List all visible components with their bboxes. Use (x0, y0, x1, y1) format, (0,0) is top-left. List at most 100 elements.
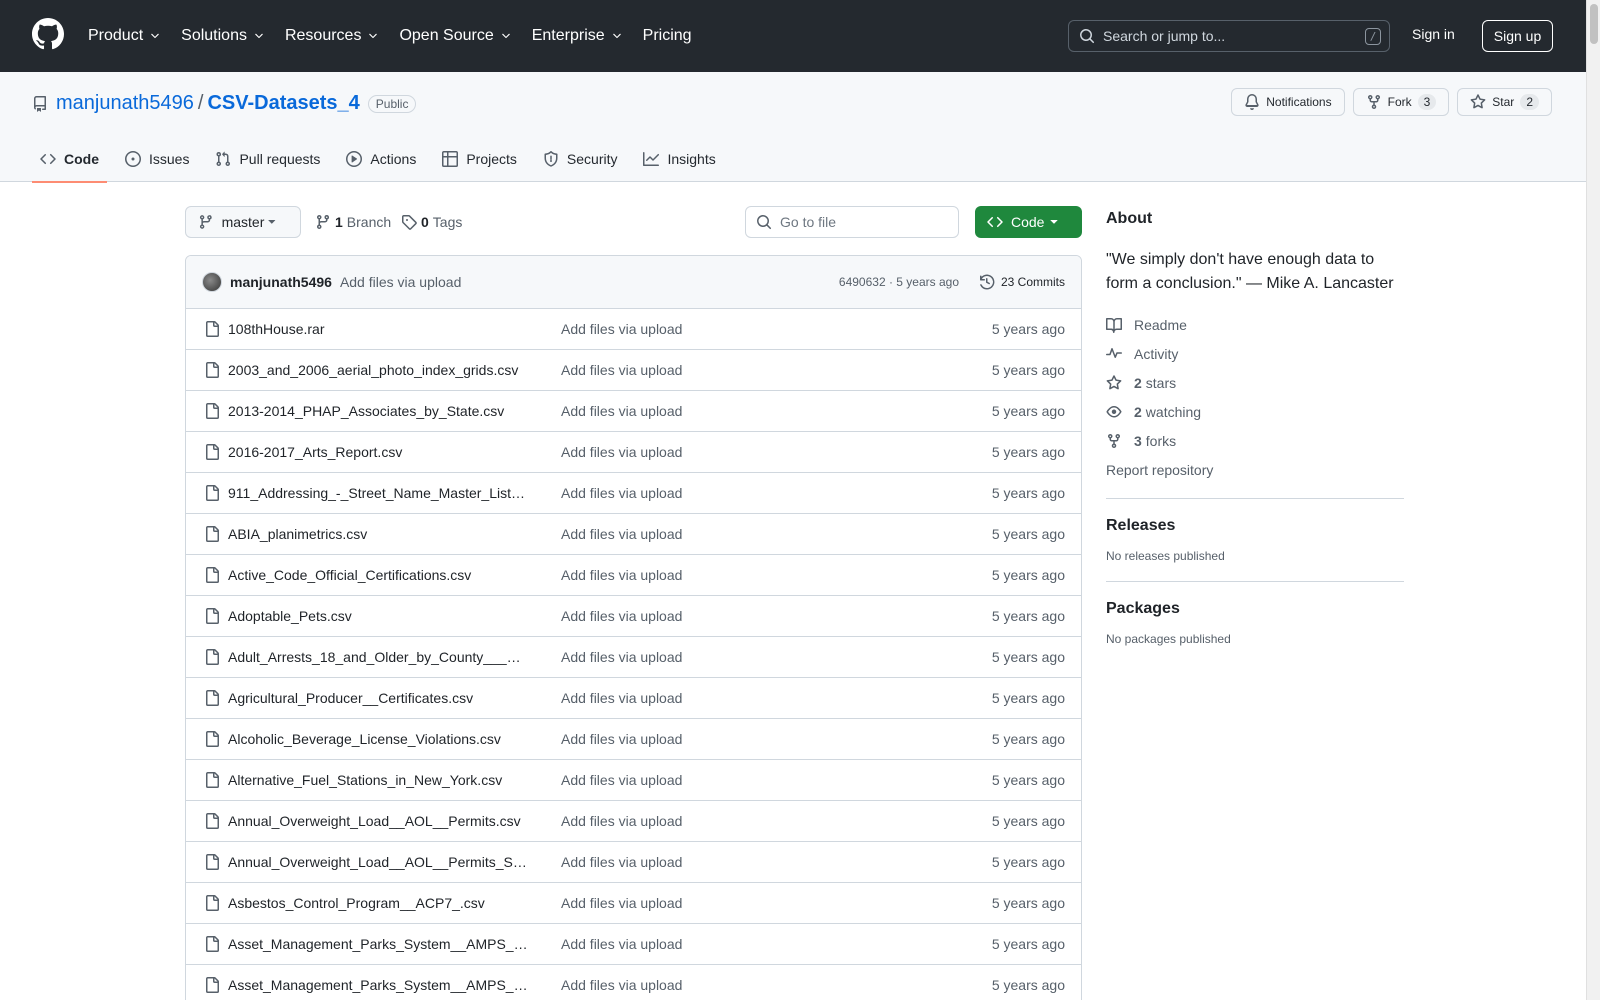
file-commit-message-link[interactable]: Add files via upload (561, 813, 682, 829)
global-search-input[interactable]: Search or jump to... / (1068, 20, 1390, 52)
table-row[interactable]: 911_Addressing_-_Street_Name_Master_List… (186, 473, 1081, 514)
packages-heading[interactable]: Packages (1106, 600, 1404, 618)
avatar[interactable] (202, 272, 222, 292)
sign-in-link[interactable]: Sign in (1412, 26, 1455, 42)
nav-open-source[interactable]: Open Source (399, 0, 511, 72)
nav-enterprise[interactable]: Enterprise (532, 0, 623, 72)
watching-link[interactable]: 2 watching (1106, 397, 1404, 426)
file-name-link[interactable]: Asset_Management_Parks_System__AMPS_… (228, 936, 528, 952)
table-row[interactable]: Asbestos_Control_Program__ACP7_.csv Add f… (186, 883, 1081, 924)
star-icon (1470, 94, 1486, 109)
table-row[interactable]: Asset_Management_Parks_System__AMPS_… Add… (186, 924, 1081, 965)
table-row[interactable]: Annual_Overweight_Load__AOL__Permits_S… A… (186, 842, 1081, 883)
tab-security[interactable]: Security (535, 136, 626, 182)
table-row[interactable]: Adult_Arrests_18_and_Older_by_County___…… (186, 637, 1081, 678)
table-row[interactable]: 2003_and_2006_aerial_photo_index_grids.c… (186, 350, 1081, 391)
file-commit-message-link[interactable]: Add files via upload (561, 526, 682, 542)
file-commit-message-link[interactable]: Add files via upload (561, 362, 682, 378)
file-name-link[interactable]: Adoptable_Pets.csv (228, 608, 528, 624)
file-name-link[interactable]: Active_Code_Official_Certifications.csv (228, 567, 528, 583)
branches-link[interactable]: 1 Branch (315, 206, 391, 238)
page-scrollbar[interactable] (1586, 0, 1600, 1000)
file-commit-message-link[interactable]: Add files via upload (561, 895, 682, 911)
file-commit-message-link[interactable]: Add files via upload (561, 567, 682, 583)
file-commit-message-link[interactable]: Add files via upload (561, 321, 682, 337)
file-commit-message-link[interactable]: Add files via upload (561, 485, 682, 501)
table-row[interactable]: Alcoholic_Beverage_License_Violations.cs… (186, 719, 1081, 760)
file-commit-message-link[interactable]: Add files via upload (561, 772, 682, 788)
tab-projects[interactable]: Projects (434, 136, 525, 182)
file-name-link[interactable]: Asset_Management_Parks_System__AMPS_… (228, 977, 528, 993)
commit-message-link[interactable]: Add files via upload (340, 274, 461, 290)
file-name-link[interactable]: Alcoholic_Beverage_License_Violations.cs… (228, 731, 528, 747)
nav-pricing[interactable]: Pricing (643, 0, 692, 72)
activity-link[interactable]: Activity (1106, 339, 1404, 368)
file-commit-message-link[interactable]: Add files via upload (561, 977, 682, 993)
table-row[interactable]: Active_Code_Official_Certifications.csv A… (186, 555, 1081, 596)
nav-product[interactable]: Product (88, 0, 161, 72)
scrollbar-thumb[interactable] (1590, 4, 1598, 44)
fork-count: 3 (1417, 94, 1437, 110)
github-logo-icon[interactable] (32, 18, 64, 50)
file-name-link[interactable]: 2003_and_2006_aerial_photo_index_grids.c… (228, 362, 528, 378)
table-row[interactable]: Agricultural_Producer__Certificates.csv A… (186, 678, 1081, 719)
tab-insights[interactable]: Insights (635, 136, 723, 182)
nav-solutions[interactable]: Solutions (181, 0, 265, 72)
tab-issues[interactable]: Issues (117, 136, 197, 182)
file-name-link[interactable]: 108thHouse.rar (228, 321, 528, 337)
tab-actions[interactable]: Actions (338, 136, 424, 182)
table-row[interactable]: ABIA_planimetrics.csv Add files via uploa… (186, 514, 1081, 555)
file-name-link[interactable]: Alternative_Fuel_Stations_in_New_York.cs… (228, 772, 528, 788)
file-icon (206, 895, 219, 911)
table-row[interactable]: 2016-2017_Arts_Report.csv Add files via u… (186, 432, 1081, 473)
fork-button[interactable]: Fork 3 (1352, 88, 1450, 116)
commit-meta[interactable]: 6490632 · 5 years ago (839, 275, 959, 289)
tab-pull-requests[interactable]: Pull requests (207, 136, 328, 182)
file-name-link[interactable]: 911_Addressing_-_Street_Name_Master_List… (228, 485, 528, 501)
sign-up-button[interactable]: Sign up (1482, 20, 1553, 52)
branch-select-button[interactable]: master (185, 206, 301, 238)
file-commit-message-link[interactable]: Add files via upload (561, 854, 682, 870)
file-name-link[interactable]: 2013-2014_PHAP_Associates_by_State.csv (228, 403, 528, 419)
table-row[interactable]: Asset_Management_Parks_System__AMPS_… Add… (186, 965, 1081, 1000)
repo-owner-link[interactable]: manjunath5496 (56, 92, 194, 115)
file-commit-message-link[interactable]: Add files via upload (561, 936, 682, 952)
tab-code[interactable]: Code (32, 136, 107, 183)
file-name-link[interactable]: Annual_Overweight_Load__AOL__Permits.csv (228, 813, 528, 829)
file-name-link[interactable]: Agricultural_Producer__Certificates.csv (228, 690, 528, 706)
file-icon (206, 690, 219, 706)
file-commit-message-link[interactable]: Add files via upload (561, 444, 682, 460)
star-button[interactable]: Star 2 (1457, 88, 1552, 116)
commits-count: 23 Commits (1000, 275, 1065, 289)
file-name-link[interactable]: Adult_Arrests_18_and_Older_by_County___… (228, 649, 528, 665)
forks-link[interactable]: 3 forks (1106, 426, 1404, 455)
file-name-link[interactable]: Annual_Overweight_Load__AOL__Permits_S… (228, 854, 528, 870)
file-name-link[interactable]: 2016-2017_Arts_Report.csv (228, 444, 528, 460)
table-row[interactable]: Alternative_Fuel_Stations_in_New_York.cs… (186, 760, 1081, 801)
go-to-file-input[interactable]: Go to file (745, 206, 959, 238)
repo-name-link[interactable]: CSV-Datasets_4 (207, 92, 359, 115)
file-commit-message-link[interactable]: Add files via upload (561, 690, 682, 706)
file-icon-wrap (204, 485, 220, 501)
commits-history-link[interactable]: 23 Commits (979, 274, 1065, 290)
file-commit-message-link[interactable]: Add files via upload (561, 403, 682, 419)
code-dropdown-button[interactable]: Code (975, 206, 1082, 238)
commit-author-link[interactable]: manjunath5496 (230, 274, 332, 290)
file-commit-message-link[interactable]: Add files via upload (561, 649, 682, 665)
table-row[interactable]: 108thHouse.rar Add files via upload 5 year… (186, 309, 1081, 350)
table-row[interactable]: 2013-2014_PHAP_Associates_by_State.csv Ad… (186, 391, 1081, 432)
releases-heading[interactable]: Releases (1106, 517, 1404, 535)
file-name-link[interactable]: ABIA_planimetrics.csv (228, 526, 528, 542)
nav-resources[interactable]: Resources (285, 0, 379, 72)
file-name-link[interactable]: Asbestos_Control_Program__ACP7_.csv (228, 895, 528, 911)
nav-label: Resources (284, 27, 362, 44)
notifications-button[interactable]: Notifications (1231, 88, 1345, 116)
file-commit-message-link[interactable]: Add files via upload (561, 731, 682, 747)
report-repository-link[interactable]: Report repository (1106, 455, 1404, 484)
stars-link[interactable]: 2 stars (1106, 368, 1404, 397)
file-commit-message-link[interactable]: Add files via upload (561, 608, 682, 624)
table-row[interactable]: Adoptable_Pets.csv Add files via upload 5 … (186, 596, 1081, 637)
tags-link[interactable]: 0 Tags (401, 206, 462, 238)
table-row[interactable]: Annual_Overweight_Load__AOL__Permits.csv… (186, 801, 1081, 842)
readme-link[interactable]: Readme (1106, 310, 1404, 339)
